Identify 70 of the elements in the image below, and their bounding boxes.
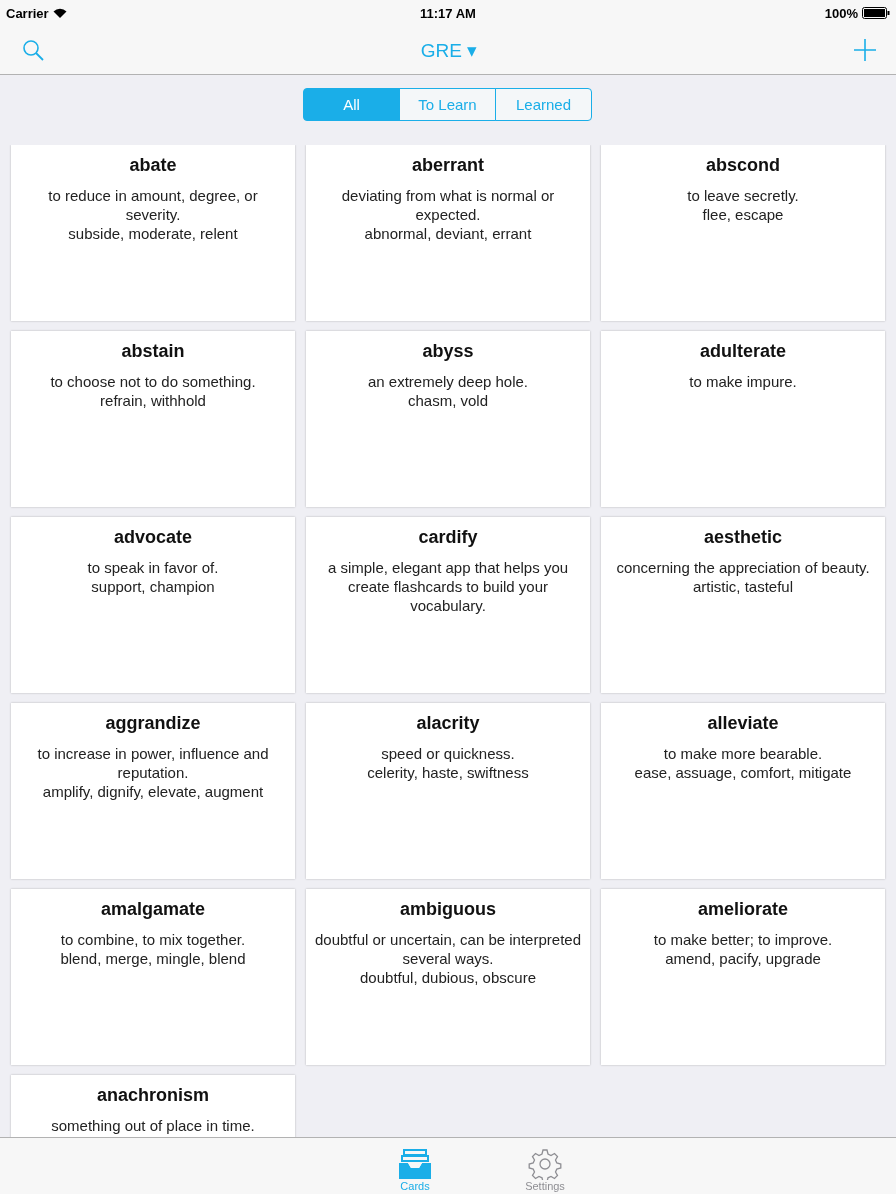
flashcard[interactable]: abstain to choose not to do something. refrain, withhold [11,331,295,507]
flashcard[interactable]: abyss an extremely deep hole. chasm, vold [306,331,590,507]
card-word: abscond [706,155,780,176]
card-synonyms: subside, moderate, relent [68,224,238,243]
card-definition: to make more bearable. [663,744,823,763]
flashcard[interactable]: adulterate to make impure. [601,331,885,507]
card-definition: an extremely deep hole. [367,372,529,391]
card-word: abyss [422,341,474,362]
flashcard[interactable]: cardify a simple, elegant app that helps you create flashcards to build your vocabulary. [306,517,590,693]
search-button[interactable] [22,39,44,61]
card-word: ameliorate [697,899,788,920]
flashcard[interactable]: abscond to leave secretly. flee, escape [601,145,885,321]
flashcard[interactable]: aberrant deviating from what is normal or expected. abnormal, deviant, errant [306,145,590,321]
card-synonyms: amplify, dignify, elevate, augment [42,782,264,801]
card-word: anachronism [96,1085,209,1106]
card-definition: doubtful or uncertain, can be interpreted several ways. [314,930,582,968]
card-synonyms: amend, pacify, upgrade [665,949,821,968]
tray-icon [398,1148,432,1180]
card-synonyms: celerity, haste, swiftness [367,763,529,782]
clock-time: 11:17 AM [420,5,476,21]
flashcard[interactable]: ambiguous doubtful or uncertain, can be interpreted several ways. doubtful, dubious, obscure [306,889,590,1065]
card-synonyms: chasm, vold [407,391,488,410]
card-definition: to choose not to do something. [50,372,256,391]
flashcard[interactable]: ameliorate to make better; to improve. amend, pacify, upgrade [601,889,885,1065]
card-synonyms: blend, merge, mingle, blend [60,949,246,968]
card-definition: to combine, to mix together. [60,930,246,949]
flashcard[interactable]: alacrity speed or quickness. celerity, haste, swiftness [306,703,590,879]
battery-icon [862,7,890,19]
card-definition: to make better; to improve. [653,930,833,949]
card-definition: speed or quickness. [381,744,515,763]
flashcard[interactable]: aggrandize to increase in power, influence and reputation. amplify, dignify, elevate, augment [11,703,295,879]
wifi-icon [52,8,67,18]
card-word: ambiguous [400,899,496,920]
card-definition: to increase in power, influence and reputation. [36,744,270,782]
flashcard[interactable]: alleviate to make more bearable. ease, assuage, comfort, mitigate [601,703,885,879]
card-word: amalgamate [100,899,206,920]
card-synonyms: artistic, tasteful [692,577,793,596]
card-synonyms: ease, assuage, comfort, mitigate [634,763,852,782]
card-definition: a simple, elegant app that helps you create flashcards to build your vocabulary. [326,558,570,615]
flashcard[interactable]: aesthetic concerning the appreciation of beauty. artistic, tasteful [601,517,885,693]
card-synonyms: abnormal, deviant, errant [364,224,532,243]
card-word: alacrity [416,713,480,734]
card-word: adulterate [700,341,786,362]
card-definition: concerning the appreciation of beauty. [616,558,870,577]
card-definition: to speak in favor of. [87,558,219,577]
flashcard[interactable]: anachronism something out of place in time. [11,1075,295,1137]
card-word: alleviate [707,713,779,734]
card-synonyms: refrain, withhold [100,391,206,410]
card-word: aggrandize [105,713,201,734]
add-button[interactable] [854,39,876,61]
card-definition: to leave secretly. [687,186,799,205]
card-synonyms: support, champion [91,577,215,596]
card-word: advocate [113,527,192,548]
card-word: abate [129,155,177,176]
flashcard[interactable]: abate to reduce in amount, degree, or severity. subside, moderate, relent [11,145,295,321]
card-definition: deviating from what is normal or expected. [340,186,556,224]
battery-percentage: 100% [824,5,858,21]
card-synonyms: doubtful, dubious, obscure [360,968,536,987]
card-definition: to reduce in amount, degree, or severity. [47,186,259,224]
card-definition: something out of place in time. [51,1116,255,1135]
card-definition: to make impure. [689,372,797,391]
settings-icon [528,1148,562,1180]
card-word: abstain [121,341,185,362]
card-word: cardify [418,527,478,548]
flashcard[interactable]: amalgamate to combine, to mix together. blend, merge, mingle, blend [11,889,295,1065]
flashcard[interactable]: advocate to speak in favor of. support, champion [11,517,295,693]
card-word: aesthetic [703,527,782,548]
card-synonyms: flee, escape [702,205,784,224]
card-word: aberrant [412,155,484,176]
carrier-label: Carrier [6,5,49,21]
